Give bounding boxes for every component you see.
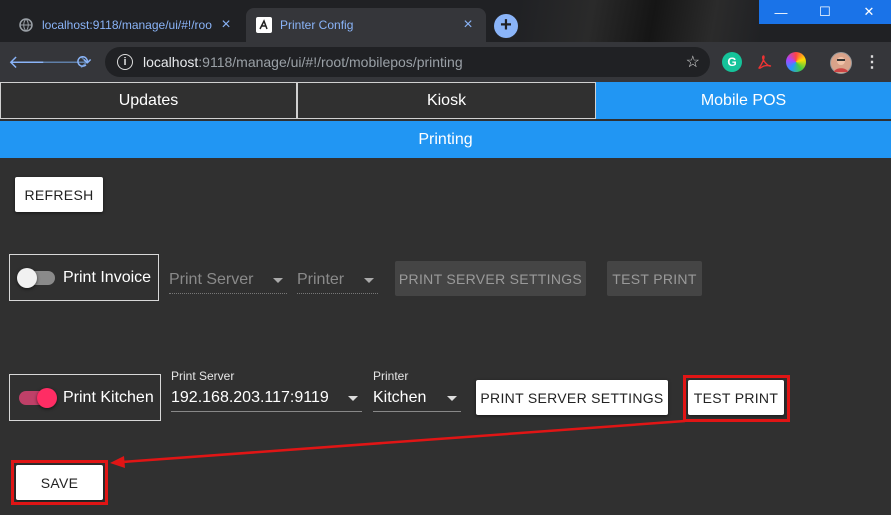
- annotation-arrow: [110, 419, 686, 468]
